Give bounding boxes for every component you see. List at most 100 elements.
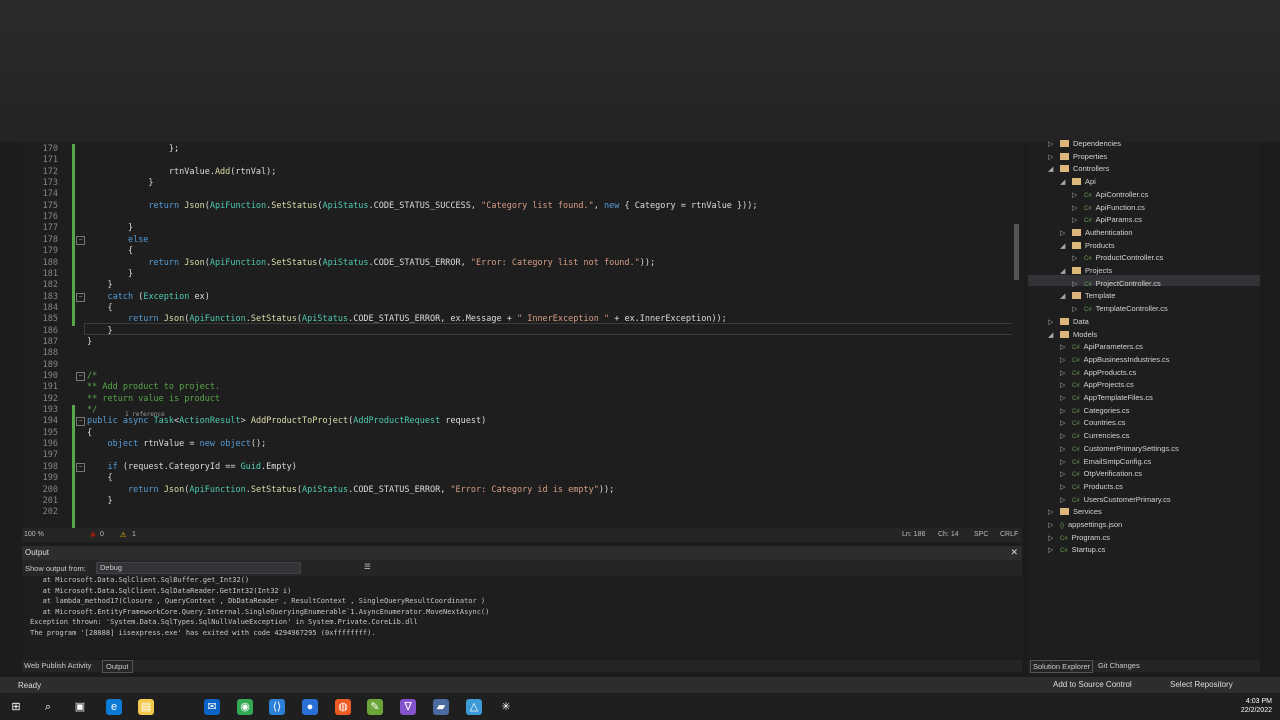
azure-data-studio-icon[interactable]: ▰	[433, 699, 449, 715]
task-view-icon[interactable]: ▣	[72, 699, 88, 715]
tab-solution-explorer[interactable]: Solution Explorer	[1030, 660, 1094, 673]
error-count[interactable]: 0	[100, 531, 104, 538]
code-line[interactable]: }	[87, 269, 133, 279]
expand-toggle-icon[interactable]: ▷	[1048, 546, 1053, 554]
output-text[interactable]: at Microsoft.Data.SqlClient.SqlBuffer.ge…	[22, 576, 1022, 658]
tree-folder[interactable]: Models	[1060, 330, 1097, 339]
tree-file[interactable]: C# EmailSmtpConfig.cs	[1072, 457, 1151, 466]
code-line[interactable]: }	[87, 178, 153, 188]
fold-toggle-icon[interactable]: −	[76, 292, 85, 302]
expand-toggle-icon[interactable]: ◢	[1048, 331, 1053, 339]
word-wrap-icon[interactable]: ☰	[364, 562, 371, 571]
line-ending[interactable]: CRLF	[1000, 531, 1018, 538]
expand-toggle-icon[interactable]: ▷	[1048, 153, 1053, 161]
code-line[interactable]: }	[87, 337, 92, 347]
tree-file[interactable]: C# ApiFunction.cs	[1084, 203, 1145, 212]
expand-toggle-icon[interactable]: ▷	[1072, 305, 1077, 313]
expand-toggle-icon[interactable]: ▷	[1060, 407, 1065, 415]
code-line[interactable]: };	[87, 144, 179, 154]
tree-file[interactable]: C# CustomerPrimarySettings.cs	[1072, 444, 1179, 453]
code-line[interactable]: }	[87, 496, 112, 506]
expand-toggle-icon[interactable]: ▷	[1060, 229, 1065, 237]
expand-toggle-icon[interactable]: ▷	[1048, 508, 1053, 516]
chatgpt-icon[interactable]: ✳	[498, 699, 514, 715]
code-line[interactable]: rtnValue.Add(rtnVal);	[87, 167, 276, 177]
code-line[interactable]: return Json(ApiFunction.SetStatus(ApiSta…	[87, 485, 614, 495]
output-source-select[interactable]: Debug	[96, 562, 301, 574]
edge-icon[interactable]: e	[106, 699, 122, 715]
postman-icon[interactable]: ◍	[335, 699, 351, 715]
system-clock[interactable]: 4:03 PM 22/2/2022	[1241, 697, 1272, 715]
editor-vertical-scrollbar[interactable]	[1012, 142, 1022, 528]
code-line[interactable]: ** Add product to project.	[87, 382, 220, 392]
tree-file[interactable]: C# AppBusinessIndustries.cs	[1072, 355, 1170, 364]
expand-toggle-icon[interactable]: ◢	[1060, 292, 1065, 300]
tree-file[interactable]: C# Startup.cs	[1060, 545, 1105, 554]
notepad-icon[interactable]: ✎	[367, 699, 383, 715]
expand-toggle-icon[interactable]: ▷	[1048, 534, 1053, 542]
warning-count[interactable]: 1	[132, 531, 136, 538]
visual-studio-icon[interactable]: ∇	[400, 699, 416, 715]
tree-file[interactable]: C# ApiParams.cs	[1084, 215, 1142, 224]
tree-folder[interactable]: Dependencies	[1060, 139, 1121, 148]
tree-file[interactable]: {} appsettings.json	[1060, 520, 1122, 529]
tree-file[interactable]: C# Categories.cs	[1072, 406, 1130, 415]
fold-toggle-icon[interactable]: −	[76, 462, 85, 472]
mail-icon[interactable]: ✉	[204, 699, 220, 715]
expand-toggle-icon[interactable]: ▷	[1060, 496, 1065, 504]
chrome-icon[interactable]: ◉	[237, 699, 253, 715]
vscode-icon[interactable]: ⟨⟩	[269, 699, 285, 715]
search-icon[interactable]: ⌕	[40, 699, 56, 715]
code-line[interactable]: }	[87, 326, 112, 336]
select-repository[interactable]: Select Repository	[1170, 680, 1233, 689]
tree-folder[interactable]: Services	[1060, 507, 1102, 516]
tree-folder[interactable]: Controllers	[1060, 164, 1109, 173]
tree-file[interactable]: C# AppProjects.cs	[1072, 380, 1134, 389]
expand-toggle-icon[interactable]: ▷	[1048, 140, 1053, 148]
code-line[interactable]: return Json(ApiFunction.SetStatus(ApiSta…	[87, 201, 757, 211]
code-line[interactable]: {	[87, 428, 92, 438]
tree-file[interactable]: C# Currencies.cs	[1072, 431, 1130, 440]
code-editor[interactable]: 170 }; 171 172 rtnValue.Add(rtnVal); 173 } 1…	[22, 142, 1022, 528]
tree-file[interactable]: C# Program.cs	[1060, 533, 1110, 542]
expand-toggle-icon[interactable]: ◢	[1060, 267, 1065, 275]
code-line[interactable]: if (request.CategoryId == Guid.Empty)	[87, 462, 296, 472]
codelens-references[interactable]: 1 reference	[125, 411, 165, 418]
tab-output[interactable]: Output	[102, 660, 133, 673]
tree-file[interactable]: C# TemplateController.cs	[1084, 304, 1168, 313]
expand-toggle-icon[interactable]: ▷	[1048, 318, 1053, 326]
code-line[interactable]: {	[87, 303, 112, 313]
expand-toggle-icon[interactable]: ▷	[1060, 432, 1065, 440]
tree-folder[interactable]: Data	[1060, 317, 1089, 326]
code-line[interactable]: return Json(ApiFunction.SetStatus(ApiSta…	[87, 258, 655, 268]
code-line[interactable]: {	[87, 246, 133, 256]
add-to-source-control[interactable]: Add to Source Control	[1053, 680, 1132, 689]
azure-icon[interactable]: △	[466, 699, 482, 715]
expand-toggle-icon[interactable]: ▷	[1060, 369, 1065, 377]
tree-file[interactable]: C# ApiParameters.cs	[1072, 342, 1143, 351]
expand-toggle-icon[interactable]: ▷	[1072, 254, 1077, 262]
tree-file[interactable]: C# Countries.cs	[1072, 418, 1125, 427]
tree-file[interactable]: C# ProductController.cs	[1084, 253, 1163, 262]
fold-toggle-icon[interactable]: −	[76, 372, 85, 381]
fold-toggle-icon[interactable]: −	[76, 417, 85, 427]
zoom-level[interactable]: 100 %	[24, 531, 44, 538]
code-line[interactable]: object rtnValue = new object();	[87, 439, 266, 449]
expand-toggle-icon[interactable]: ▷	[1072, 191, 1077, 199]
code-line[interactable]: }	[87, 223, 133, 233]
code-line[interactable]: }	[87, 280, 112, 290]
code-line[interactable]: */	[87, 405, 97, 415]
tree-folder[interactable]: Api	[1072, 177, 1096, 186]
tree-file[interactable]: C# ApiController.cs	[1084, 190, 1148, 199]
tree-file[interactable]: C# AppTemplateFiles.cs	[1072, 393, 1153, 402]
code-line[interactable]: return Json(ApiFunction.SetStatus(ApiSta…	[87, 314, 727, 324]
expand-toggle-icon[interactable]: ▷	[1060, 394, 1065, 402]
close-icon[interactable]: ✕	[1010, 547, 1018, 558]
expand-toggle-icon[interactable]: ▷	[1072, 216, 1077, 224]
signal-icon[interactable]: ●	[302, 699, 318, 715]
expand-toggle-icon[interactable]: ▷	[1060, 343, 1065, 351]
code-line[interactable]: else	[87, 235, 148, 245]
tree-file[interactable]: C# AppProducts.cs	[1072, 368, 1136, 377]
expand-toggle-icon[interactable]: ▷	[1060, 356, 1065, 364]
tree-file[interactable]: C# OtpVerification.cs	[1072, 469, 1142, 478]
